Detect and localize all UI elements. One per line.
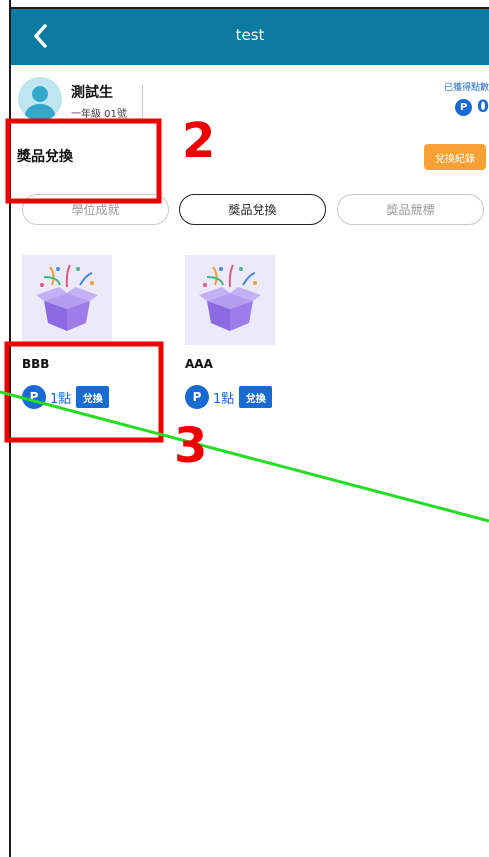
user-class: 一年級 01號 <box>71 109 127 120</box>
points-display: P 0 <box>455 97 489 117</box>
points-icon: P <box>22 385 46 409</box>
prize-price-text: 1點 <box>50 391 72 407</box>
redeem-button[interactable]: 兌換 <box>76 386 110 408</box>
prize-price: P 1點 兌換 <box>185 385 273 409</box>
points-icon: P <box>185 385 209 409</box>
gift-box-icon <box>36 264 98 331</box>
prize-price: P 1點 兌換 <box>22 385 110 409</box>
points-icon: P <box>455 98 473 116</box>
gift-box-icon <box>199 264 261 331</box>
prize-image <box>22 255 112 345</box>
redeem-record-button[interactable]: 兌換紀錄 <box>424 144 486 170</box>
window-top-border <box>0 0 489 9</box>
app-header: test <box>11 9 489 65</box>
prize-price-text: 1點 <box>213 391 235 407</box>
tab-prize-auction[interactable]: 獎品競標 <box>337 194 484 225</box>
prize-image <box>185 255 275 345</box>
annotation-label-2: 2 <box>182 113 216 169</box>
tab-prize-redeem[interactable]: 獎品兌換 <box>179 194 326 225</box>
divider <box>142 85 143 119</box>
points-label: 已獲得點數 <box>443 83 489 93</box>
window-left-border <box>0 0 11 857</box>
user-name: 測試生 <box>71 85 113 101</box>
points-value: 0 <box>477 97 489 117</box>
annotation-label-3: 3 <box>174 418 208 474</box>
prize-card[interactable]: AAA P 1點 兌換 <box>185 255 295 415</box>
section-title: 獎品兌換 <box>17 149 73 165</box>
page-title: test <box>235 26 265 44</box>
tab-achievements[interactable]: 學位成就 <box>22 194 169 225</box>
avatar <box>18 77 62 121</box>
annotation-overlay <box>0 118 489 523</box>
prize-card[interactable]: BBB P 1點 兌換 <box>22 255 132 415</box>
prize-name: AAA <box>185 357 213 371</box>
prize-name: BBB <box>22 357 50 371</box>
user-info: 測試生 一年級 01號 已獲得點數 P 0 <box>11 65 489 125</box>
user-avatar-icon <box>24 86 56 121</box>
redeem-button[interactable]: 兌換 <box>239 386 273 408</box>
